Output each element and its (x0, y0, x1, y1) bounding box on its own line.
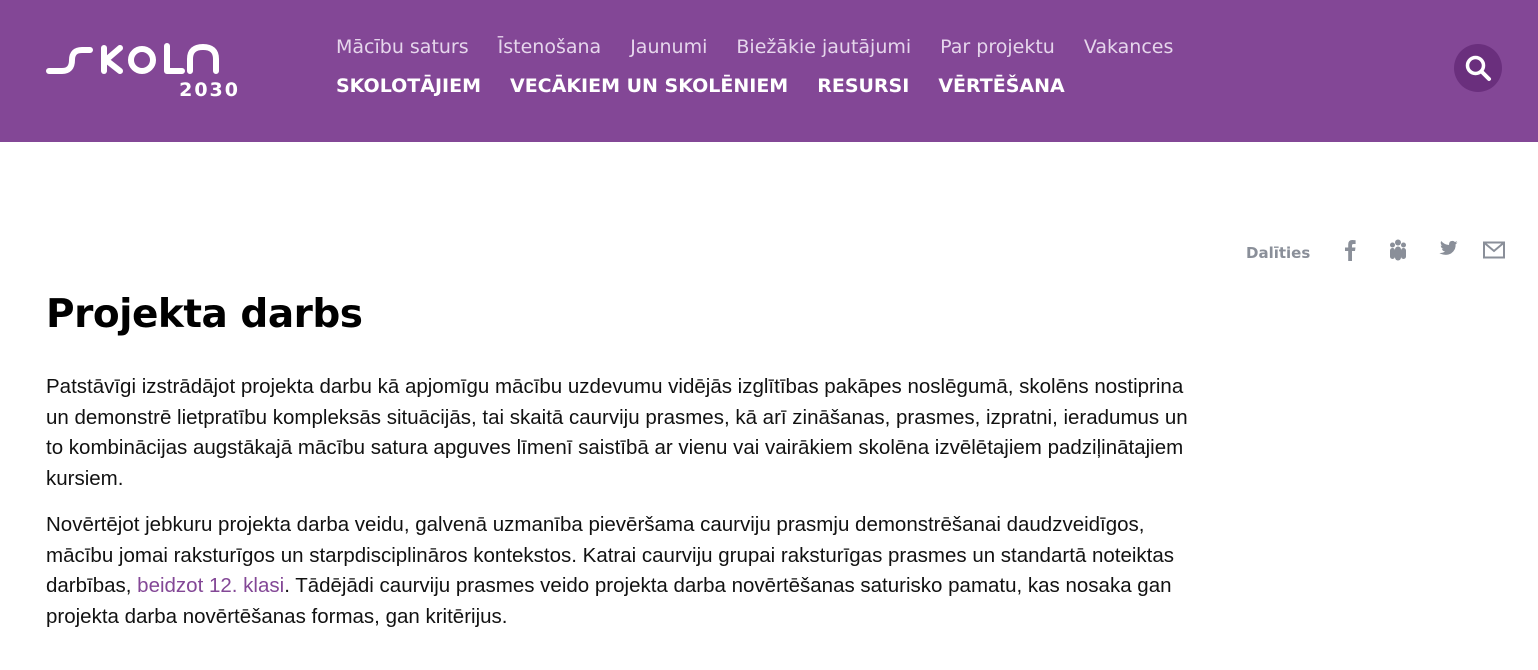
draugiem-icon (1390, 239, 1407, 261)
nav-skolotajiem[interactable]: SKOLOTĀJIEM (336, 75, 481, 97)
share-bar: Dalīties (1246, 238, 1506, 262)
nav-par-projektu[interactable]: Par projektu (940, 36, 1055, 58)
article-body: Patstāvīgi izstrādājot projekta darbu kā… (46, 372, 1206, 648)
audience-nav: SKOLOTĀJIEM VECĀKIEM UN SKOLĒNIEM RESURS… (336, 75, 1065, 97)
skola-2030-logo[interactable]: 2030 (46, 38, 240, 100)
nav-vecakiem-un-skoleniem[interactable]: VECĀKIEM UN SKOLĒNIEM (510, 75, 788, 97)
paragraph-1: Patstāvīgi izstrādājot projekta darbu kā… (46, 375, 1188, 490)
share-facebook-button[interactable] (1338, 238, 1362, 262)
share-twitter-button[interactable] (1434, 238, 1458, 262)
nav-jaunumi[interactable]: Jaunumi (630, 36, 707, 58)
page-title: Projekta darbs (46, 292, 363, 337)
nav-biezakie-jautajumi[interactable]: Biežākie jautājumi (736, 36, 911, 58)
search-icon (1465, 55, 1491, 81)
twitter-icon (1439, 240, 1458, 255)
paragraph-2: Novērtējot jebkuru projekta darba veidu,… (46, 510, 1206, 632)
nav-resursi[interactable]: RESURSI (817, 75, 909, 97)
share-label: Dalīties (1246, 244, 1311, 262)
nav-vertesana[interactable]: VĒRTĒŠANA (938, 75, 1064, 97)
nav-istenosana[interactable]: Īstenošana (498, 36, 602, 58)
site-header: 2030 Mācību saturs Īstenošana Jaunumi Bi… (0, 0, 1538, 142)
share-draugiem-button[interactable] (1386, 238, 1410, 262)
logo-year: 2030 (179, 79, 240, 100)
email-icon (1483, 241, 1506, 259)
nav-vakances[interactable]: Vakances (1084, 36, 1174, 58)
primary-nav: Mācību saturs Īstenošana Jaunumi Biežāki… (336, 36, 1173, 58)
search-button[interactable] (1454, 44, 1502, 92)
nav-macibu-saturs[interactable]: Mācību saturs (336, 36, 469, 58)
beidzot-12-klasi-link[interactable]: beidzot 12. klasi (137, 574, 284, 597)
facebook-icon (1345, 240, 1356, 261)
share-email-button[interactable] (1482, 238, 1506, 262)
